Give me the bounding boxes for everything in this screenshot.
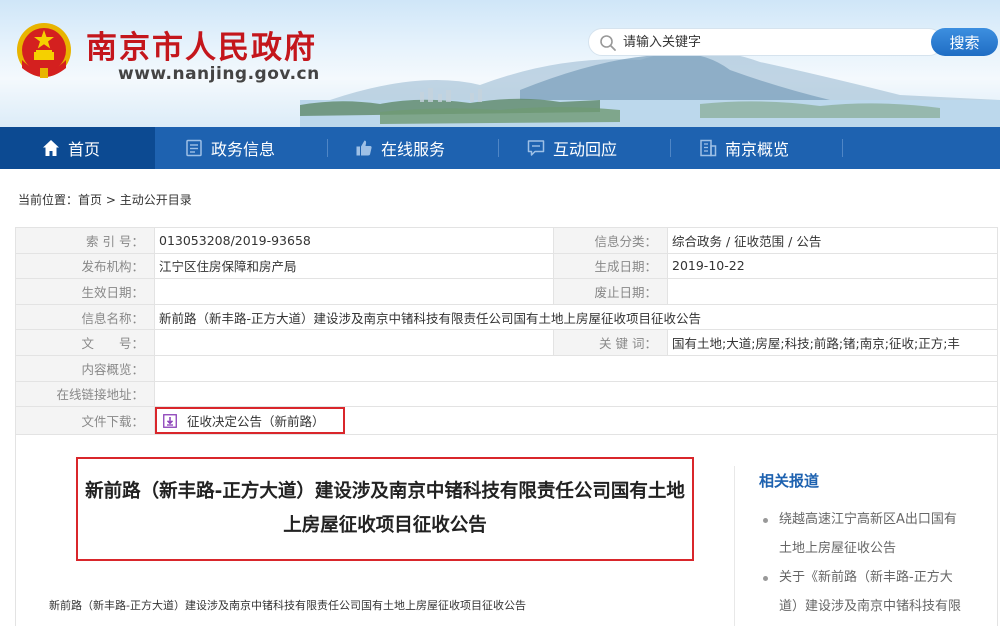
related-reports-title: 相关报道: [759, 472, 820, 490]
article-title-line-1: 新前路（新丰路-正方大道）建设涉及南京中锗科技有限责任公司国有土地: [85, 481, 685, 502]
file-download-label: 文件下载：: [15, 406, 155, 436]
keywords-value: 国有土地;大道;房屋;科技;前路;锗;南京;征收;正方;丰: [667, 329, 998, 356]
breadcrumb-current-link[interactable]: 主动公开目录: [120, 193, 192, 207]
site-url: www.nanjing.gov.cn: [118, 64, 320, 84]
created-date-value: 2019-10-22: [667, 252, 998, 280]
breadcrumb-home-link[interactable]: 首页: [78, 193, 102, 207]
related-report-line: 关于《新前路（新丰路-正方大: [779, 570, 953, 585]
national-emblem-logo: [17, 23, 71, 78]
table-row: 内容概览：: [15, 354, 998, 382]
nav-item-label: 互动回应: [553, 140, 618, 159]
table-row: 信息名称： 新前路（新丰路-正方大道）建设涉及南京中锗科技有限责任公司国有土地上…: [15, 303, 998, 331]
index-number-value: 013053208/2019-93658: [154, 227, 554, 254]
nav-divider: [498, 139, 499, 157]
article-title-box: 新前路（新丰路-正方大道）建设涉及南京中锗科技有限责任公司国有土地 上房屋征收项…: [76, 457, 694, 561]
expired-date-label: 废止日期：: [553, 278, 668, 305]
publisher-label: 发布机构：: [15, 252, 155, 280]
created-date-label: 生成日期：: [553, 252, 668, 280]
nav-divider: [327, 139, 328, 157]
related-report-item[interactable]: 绕越高速江宁高新区A出口国有 土地上房屋征收公告: [759, 505, 979, 563]
download-icon: [163, 413, 177, 428]
category-label: 信息分类：: [553, 227, 668, 254]
info-name-label: 信息名称：: [15, 303, 155, 331]
home-icon: [43, 140, 59, 156]
nav-item-government-info[interactable]: 政务信息: [185, 127, 275, 169]
document-info-table: 索 引 号： 013053208/2019-93658 信息分类： 综合政务 /…: [15, 227, 998, 436]
document-number-value: [154, 329, 554, 356]
keywords-label: 关 键 词：: [553, 329, 668, 356]
site-header: 南京市人民政府 www.nanjing.gov.cn 搜索: [0, 0, 1000, 127]
related-reports-panel: 相关报道 绕越高速江宁高新区A出口国有 土地上房屋征收公告 关于《新前路（新丰路…: [734, 466, 996, 626]
summary-label: 内容概览：: [15, 354, 155, 382]
nav-item-label: 南京概览: [725, 140, 790, 159]
table-row: 在线链接地址：: [15, 380, 998, 408]
breadcrumb: 当前位置：首页 > 主动公开目录: [18, 191, 192, 208]
building-icon: [700, 139, 717, 157]
nav-item-online-service[interactable]: 在线服务: [355, 127, 445, 169]
index-number-label: 索 引 号：: [15, 227, 155, 254]
file-download-cell: 征收决定公告（新前路）: [154, 406, 998, 436]
search-box: 搜索: [588, 28, 998, 56]
chat-icon: [527, 140, 545, 156]
related-report-item[interactable]: 关于《新前路（新丰路-正方大 道）建设涉及南京中锗科技有限: [759, 563, 979, 621]
breadcrumb-prefix: 当前位置：: [18, 193, 79, 207]
nav-item-home[interactable]: 首页: [0, 127, 155, 169]
search-input[interactable]: [623, 32, 923, 52]
article-title-line-2: 上房屋征收项目征收公告: [283, 515, 487, 536]
article-body-text: 新前路（新丰路-正方大道）建设涉及南京中锗科技有限责任公司国有土地上房屋征收项目…: [49, 599, 526, 612]
file-download-name: 征收决定公告（新前路）: [187, 414, 325, 430]
effective-date-label: 生效日期：: [15, 278, 155, 305]
related-reports-list: 绕越高速江宁高新区A出口国有 土地上房屋征收公告 关于《新前路（新丰路-正方大 …: [759, 505, 996, 621]
thumbs-up-icon: [356, 140, 372, 156]
related-report-line: 道）建设涉及南京中锗科技有限: [779, 599, 962, 614]
nav-divider: [670, 139, 671, 157]
document-icon: [186, 139, 202, 157]
publisher-value: 江宁区住房保障和房产局: [154, 252, 554, 280]
search-icon: [600, 35, 616, 51]
category-value: 综合政务 / 征收范围 / 公告: [667, 227, 998, 254]
nav-item-label: 政务信息: [211, 140, 276, 159]
info-name-value: 新前路（新丰路-正方大道）建设涉及南京中锗科技有限责任公司国有土地上房屋征收项目…: [154, 303, 998, 331]
main-nav: 首页 政务信息 在线服务 互动回应 南京概览: [0, 127, 1000, 169]
online-link-value: [154, 380, 998, 408]
table-row: 生效日期： 废止日期：: [15, 278, 998, 305]
search-field-wrapper: [588, 28, 943, 56]
site-title: 南京市人民政府: [86, 30, 317, 66]
search-button[interactable]: 搜索: [931, 28, 998, 56]
document-number-label: 文 号：: [15, 329, 155, 356]
summary-value: [154, 354, 998, 382]
nav-item-interaction[interactable]: 互动回应: [527, 127, 617, 169]
table-row: 文件下载： 征收决定公告（新前路）: [15, 406, 998, 436]
online-link-label: 在线链接地址：: [15, 380, 155, 408]
nav-item-label: 首页: [68, 140, 101, 159]
related-report-line: 绕越高速江宁高新区A出口国有: [779, 512, 957, 527]
table-row: 文 号： 关 键 词： 国有土地;大道;房屋;科技;前路;锗;南京;征收;正方;…: [15, 329, 998, 356]
nav-item-label: 在线服务: [381, 140, 446, 159]
expired-date-value: [667, 278, 998, 305]
nav-divider: [842, 139, 843, 157]
breadcrumb-separator: >: [102, 193, 120, 207]
effective-date-value: [154, 278, 554, 305]
file-download-link[interactable]: 征收决定公告（新前路）: [155, 407, 345, 434]
table-row: 索 引 号： 013053208/2019-93658 信息分类： 综合政务 /…: [15, 227, 998, 254]
table-row: 发布机构： 江宁区住房保障和房产局 生成日期： 2019-10-22: [15, 252, 998, 280]
nav-item-nanjing-overview[interactable]: 南京概览: [699, 127, 789, 169]
related-report-line: 土地上房屋征收公告: [779, 541, 897, 556]
